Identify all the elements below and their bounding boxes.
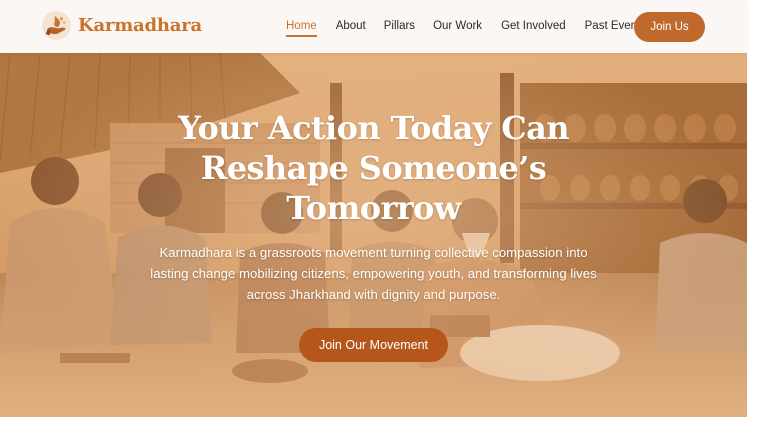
brand-name: Karmadhara bbox=[78, 15, 202, 36]
brand[interactable]: Karmadhara bbox=[41, 10, 202, 41]
nav-item-home[interactable]: Home bbox=[282, 0, 321, 53]
join-movement-button[interactable]: Join Our Movement bbox=[299, 328, 448, 362]
nav-item-pillars[interactable]: Pillars bbox=[380, 0, 419, 53]
hero-title: Your Action Today Can Reshape Someone’s … bbox=[178, 109, 569, 227]
nav-item-about[interactable]: About bbox=[332, 0, 370, 53]
hero-section: Your Action Today Can Reshape Someone’s … bbox=[0, 53, 747, 417]
site-header: Karmadhara Home About Pillars Our Work G… bbox=[0, 0, 747, 53]
hand-holding-flame-icon bbox=[41, 10, 72, 41]
join-us-button[interactable]: Join Us bbox=[634, 12, 705, 42]
nav-item-our-work[interactable]: Our Work bbox=[429, 0, 486, 53]
main-nav: Home About Pillars Our Work Get Involved… bbox=[282, 0, 650, 53]
hero-description: Karmadhara is a grassroots movement turn… bbox=[150, 245, 597, 302]
nav-item-get-involved[interactable]: Get Involved bbox=[497, 0, 570, 53]
